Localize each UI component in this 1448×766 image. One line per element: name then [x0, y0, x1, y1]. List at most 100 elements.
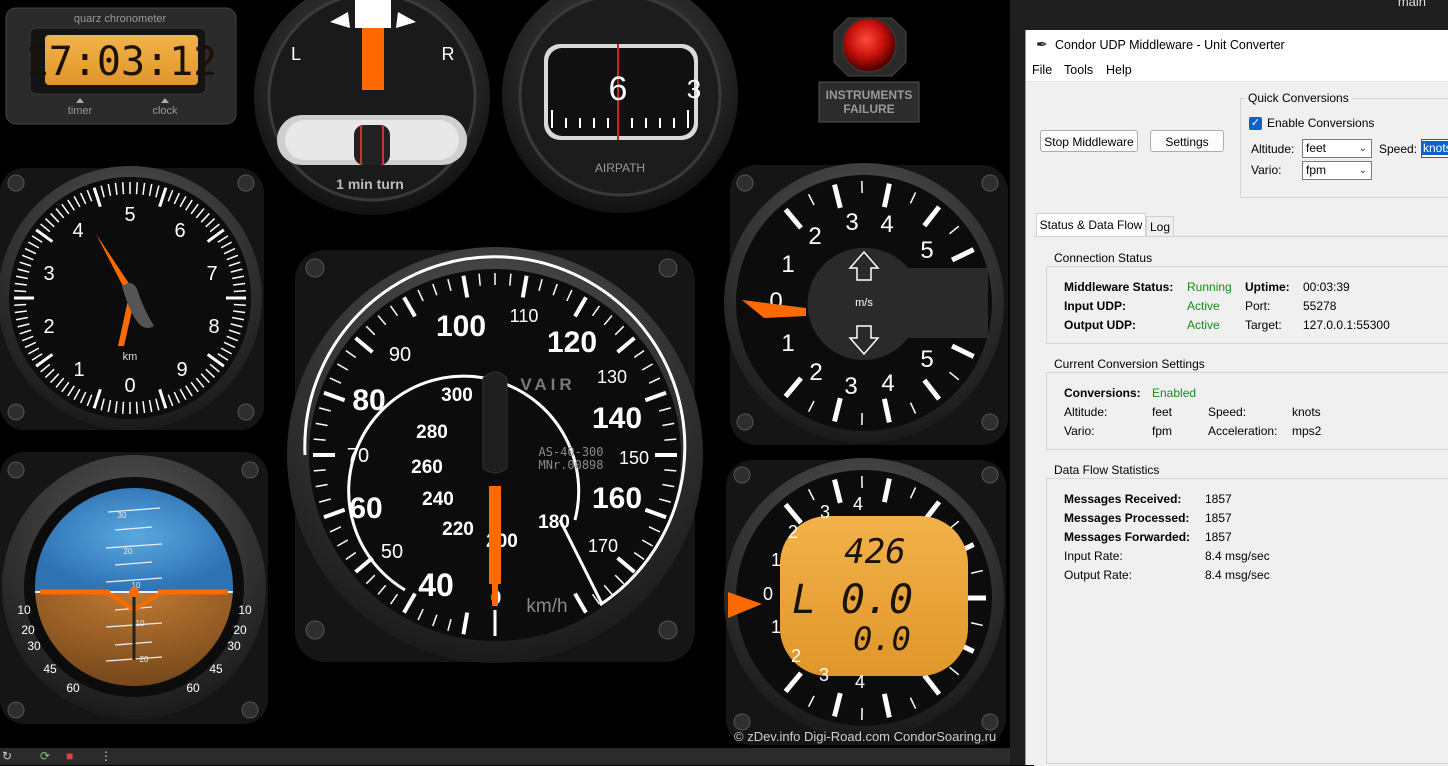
vario-up-1: 1	[781, 251, 794, 278]
input-udp-value: Active	[1187, 299, 1220, 313]
uptime-label: Uptime:	[1245, 280, 1290, 294]
asi-120: 120	[547, 326, 597, 359]
chronometer: quarz chronometer 17:03:12 timer clock	[6, 8, 236, 124]
pitch-20: 20	[124, 547, 133, 556]
bank-l-45: 45	[43, 662, 57, 676]
bank-l-60: 60	[66, 681, 80, 695]
chevron-down-icon: ⌄	[1359, 162, 1367, 179]
instrument-panel-svg: quarz chronometer 17:03:12 timer clock L…	[0, 0, 1010, 748]
cur-vario-value: fpm	[1152, 424, 1172, 438]
feather-icon: ✒	[1036, 36, 1048, 53]
enable-conversions-label: Enable Conversions	[1267, 116, 1374, 130]
bank-r-30: 30	[227, 639, 241, 653]
tick	[314, 470, 326, 471]
stop-icon[interactable]: ■	[66, 749, 73, 763]
port-label: Port:	[1245, 299, 1270, 313]
port-value: 55278	[1303, 299, 1336, 313]
restart-icon[interactable]: ⟳	[40, 749, 50, 763]
altimeter: 0 1 2 3 4 5 6 7 8 9 km	[0, 166, 264, 430]
settings-button[interactable]: Settings	[1150, 130, 1224, 152]
editor-top-strip: main	[1010, 0, 1448, 30]
tick	[137, 182, 138, 194]
bank-l-10: 10	[17, 603, 31, 617]
cur-accel-value: mps2	[1292, 424, 1321, 438]
more-icon[interactable]: ⋮	[100, 749, 112, 763]
branch-label: main	[1398, 0, 1426, 9]
cur-speed-value: knots	[1292, 405, 1321, 419]
altitude-select-value: feet	[1306, 141, 1326, 155]
connection-status-title: Connection Status	[1051, 251, 1155, 265]
tick	[664, 470, 676, 471]
pitch-20-down: 20	[140, 655, 149, 664]
menu-tools[interactable]: Tools	[1064, 63, 1093, 77]
altitude-select[interactable]: feet ⌄	[1302, 139, 1372, 158]
target-value: 127.0.0.1:55300	[1303, 318, 1390, 332]
asi-inner-240: 240	[422, 489, 454, 510]
alt-num-8: 8	[208, 316, 219, 338]
output-udp-value: Active	[1187, 318, 1220, 332]
asi-60: 60	[349, 492, 382, 525]
failure-line2: FAILURE	[843, 102, 894, 116]
vario-lo-2: 2	[809, 359, 822, 386]
bank-l-20: 20	[21, 623, 35, 637]
output-rate-value: 8.4 msg/sec	[1205, 568, 1270, 582]
menu-file[interactable]: File	[1032, 63, 1052, 77]
tick	[314, 439, 326, 440]
dv-scale-up-1: 1	[771, 550, 781, 570]
refresh-icon[interactable]: ↻	[2, 749, 12, 763]
asi-inner-280: 280	[416, 422, 448, 443]
messages-processed-value: 1857	[1205, 511, 1232, 525]
stop-middleware-button[interactable]: Stop Middleware	[1040, 130, 1138, 152]
menu-help[interactable]: Help	[1106, 63, 1132, 77]
messages-received-label: Messages Received:	[1064, 492, 1181, 506]
bank-l-30: 30	[27, 639, 41, 653]
credit-text: © zDev.info Digi-Road.com CondorSoaring.…	[734, 729, 996, 744]
altimeter-unit: km	[123, 351, 138, 363]
chevron-down-icon: ⌄	[1359, 140, 1367, 157]
cur-speed-label: Speed:	[1208, 405, 1246, 419]
tick	[137, 402, 138, 414]
dv-scale-0: 0	[763, 584, 773, 604]
speed-select[interactable]: knots	[1421, 139, 1448, 158]
menu-bar: File Tools Help	[1026, 60, 1448, 82]
chronometer-timer-button[interactable]: timer	[68, 105, 93, 117]
dv-scale-up-2: 2	[788, 522, 798, 542]
tab-status-data-flow[interactable]: Status & Data Flow	[1036, 213, 1146, 236]
alt-num-9: 9	[176, 359, 187, 381]
tick	[123, 402, 124, 414]
vario-up-5: 5	[920, 237, 933, 264]
asi-150: 150	[619, 448, 649, 468]
uptime-value: 00:03:39	[1303, 280, 1350, 294]
enable-conversions-checkbox[interactable]: ✓	[1249, 117, 1262, 130]
failure-line1: INSTRUMENTS	[826, 88, 913, 102]
alt-num-3: 3	[43, 263, 54, 285]
window-title: Condor UDP Middleware - Unit Converter	[1055, 38, 1285, 52]
alt-num-1: 1	[73, 359, 84, 381]
tick	[123, 182, 124, 194]
input-rate-label: Input Rate:	[1064, 549, 1123, 563]
asi-170: 170	[588, 536, 618, 556]
messages-forwarded-value: 1857	[1205, 530, 1232, 544]
target-label: Target:	[1245, 318, 1282, 332]
dv-scale-up-3: 3	[820, 502, 830, 522]
cur-altitude-label: Altitude:	[1064, 405, 1107, 419]
tab-log[interactable]: Log	[1146, 216, 1174, 236]
chronometer-time: 17:03:12	[25, 39, 218, 85]
output-rate-label: Output Rate:	[1064, 568, 1132, 582]
asi-110: 110	[510, 306, 539, 326]
alt-num-2: 2	[43, 316, 54, 338]
asi-inner-220: 220	[442, 519, 474, 540]
asi-model-1: AS-40-300	[538, 445, 603, 459]
vario-up-2: 2	[808, 223, 821, 250]
chronometer-clock-button[interactable]: clock	[152, 105, 178, 117]
vario-select[interactable]: fpm⌄	[1302, 161, 1372, 180]
tick	[14, 305, 26, 306]
bank-r-60: 60	[186, 681, 200, 695]
vario-label: Vario:	[1251, 163, 1281, 177]
dv-scale-lo-1: 1	[771, 617, 781, 637]
dv-mid-value: 0.0	[841, 577, 913, 623]
asi-50: 50	[381, 541, 403, 563]
compass-digit-right: 3	[687, 74, 701, 104]
speed-label: Speed:	[1379, 142, 1417, 156]
tick	[664, 439, 676, 440]
